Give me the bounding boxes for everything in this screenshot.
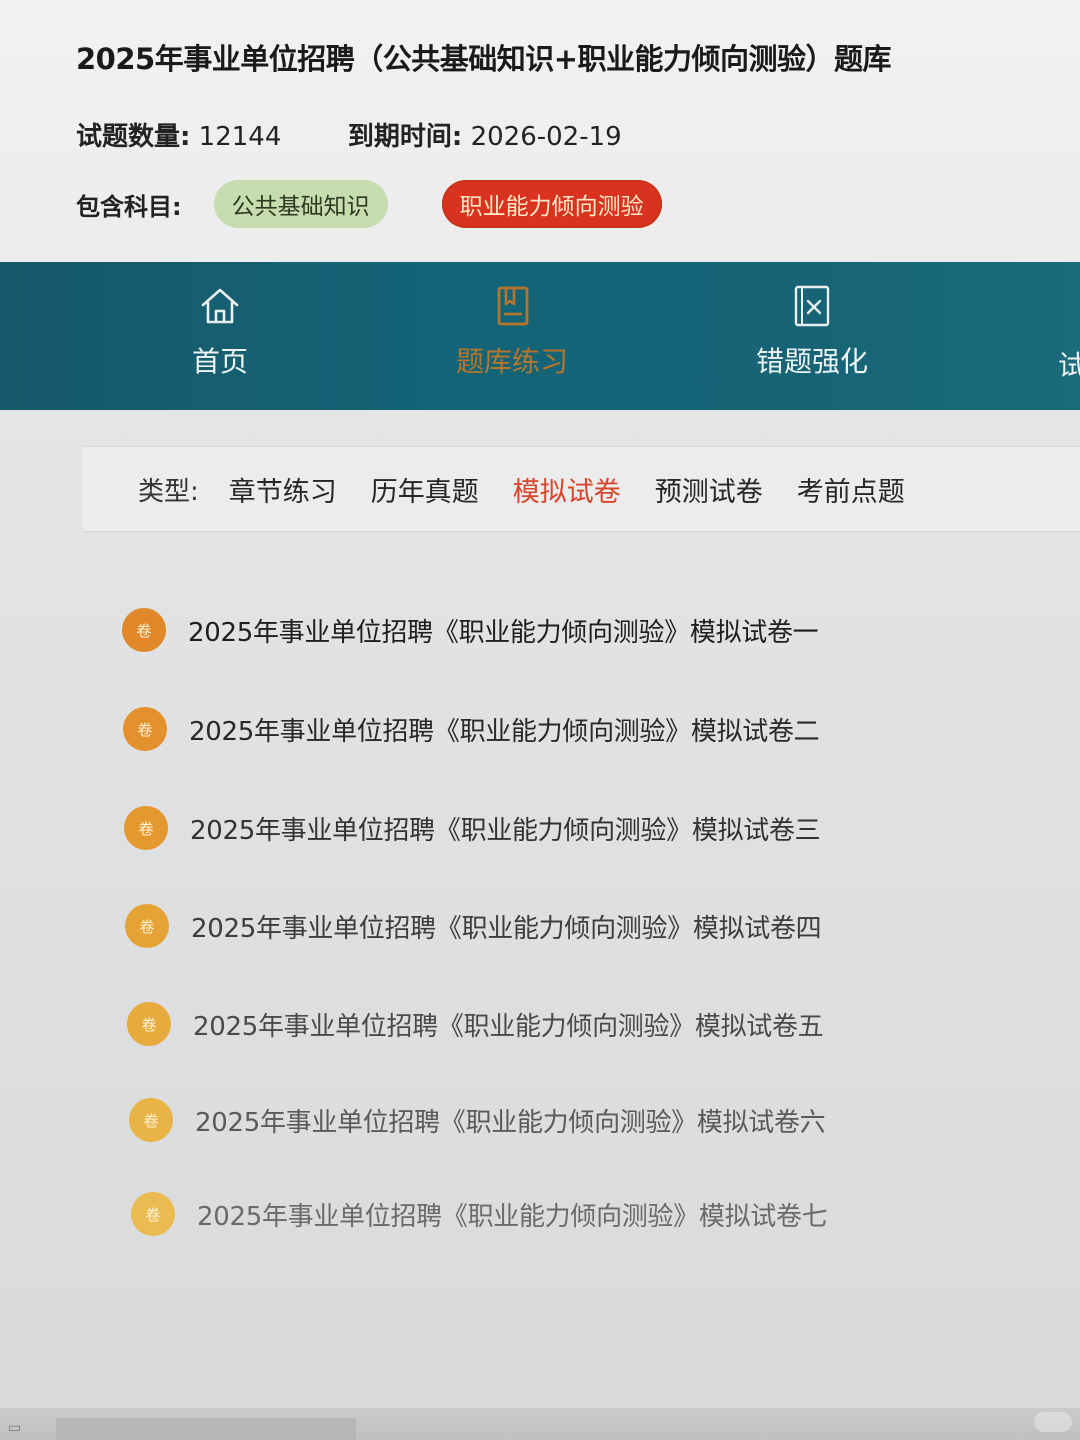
expiry-date-value: 2026-02-19 [470,122,622,152]
tab-chapter-practice[interactable]: 章节练习 [229,470,337,509]
paper-badge-icon: 卷 [123,707,167,751]
book-icon [412,284,612,328]
question-count-label: 试题数量: [76,122,191,152]
paper-title: 2025年事业单位招聘《职业能力倾向测验》模拟试卷四 [191,913,822,944]
taskbar-window-button[interactable] [56,1418,356,1440]
tab-pre-exam-tips[interactable]: 考前点题 [797,470,905,509]
taskbar: ▭ [0,1408,1080,1440]
paper-list-item[interactable]: 卷 2025年事业单位招聘《职业能力倾向测验》模拟试卷五 [127,994,824,1054]
paper-list-item[interactable]: 卷 2025年事业单位招聘《职业能力倾向测验》模拟试卷二 [123,699,820,759]
wrong-question-icon [712,284,912,328]
paper-badge-icon: 卷 [125,904,169,948]
page-title: 2025年事业单位招聘（公共基础知识+职业能力倾向测验）题库 [76,42,892,76]
subject-chip-public-knowledge[interactable]: 公共基础知识 [213,180,388,228]
nav-item-question-bank[interactable]: 题库练习 [412,284,612,380]
paper-title: 2025年事业单位招聘《职业能力倾向测验》模拟试卷六 [195,1107,826,1138]
paper-list-item[interactable]: 卷 2025年事业单位招聘《职业能力倾向测验》模拟试卷三 [124,798,821,858]
paper-title: 2025年事业单位招聘《职业能力倾向测验》模拟试卷一 [188,617,819,648]
paper-badge-icon: 卷 [124,806,168,850]
type-filter-label: 类型: [138,476,199,507]
paper-badge-icon: 卷 [122,608,166,652]
expiry-label: 到期时间: [347,122,463,152]
paper-list-item[interactable]: 卷 2025年事业单位招聘《职业能力倾向测验》模拟试卷六 [129,1090,826,1150]
paper-list-item[interactable]: 卷 2025年事业单位招聘《职业能力倾向测验》模拟试卷一 [122,600,819,660]
nav-item-home[interactable]: 首页 [120,284,320,380]
paper-badge-icon: 卷 [131,1192,175,1236]
paper-badge-icon: 卷 [127,1002,171,1046]
tab-forecast-papers[interactable]: 预测试卷 [655,470,763,509]
paper-title: 2025年事业单位招聘《职业能力倾向测验》模拟试卷二 [189,716,820,747]
type-filter: 类型: 章节练习 历年真题 模拟试卷 预测试卷 考前点题 [82,446,1080,532]
paper-badge-icon: 卷 [129,1098,173,1142]
nav-item-overflow[interactable]: 试 [1058,344,1080,384]
paper-title: 2025年事业单位招聘《职业能力倾向测验》模拟试卷五 [193,1011,824,1042]
nav-label-question-bank: 题库练习 [455,345,568,378]
home-icon [120,284,320,328]
nav-item-wrong-questions[interactable]: 错题强化 [712,284,912,380]
nav-label-wrong-questions: 错题强化 [755,345,868,378]
tab-past-exams[interactable]: 历年真题 [371,470,479,509]
paper-list-item[interactable]: 卷 2025年事业单位招聘《职业能力倾向测验》模拟试卷七 [131,1184,828,1244]
main-nav: 首页 题库练习 错题强化 试 [0,262,1080,410]
watermark-icon [1034,1412,1072,1432]
subjects-row: 包含科目: 公共基础知识 职业能力倾向测验 [76,180,716,228]
question-count-value: 12144 [198,122,282,152]
taskbar-start-icon[interactable]: ▭ [8,1420,21,1436]
tab-mock-papers[interactable]: 模拟试卷 [513,470,621,509]
paper-list-item[interactable]: 卷 2025年事业单位招聘《职业能力倾向测验》模拟试卷四 [125,896,822,956]
nav-label-home: 首页 [191,345,248,378]
bank-header: 2025年事业单位招聘（公共基础知识+职业能力倾向测验）题库 试题数量: 121… [0,0,1080,262]
subject-chip-aptitude-test[interactable]: 职业能力倾向测验 [441,180,662,228]
bank-meta: 试题数量: 12144 到期时间: 2026-02-19 [76,116,622,153]
paper-title: 2025年事业单位招聘《职业能力倾向测验》模拟试卷七 [197,1201,828,1232]
paper-title: 2025年事业单位招聘《职业能力倾向测验》模拟试卷三 [190,815,821,846]
subjects-label: 包含科目: [76,192,182,221]
